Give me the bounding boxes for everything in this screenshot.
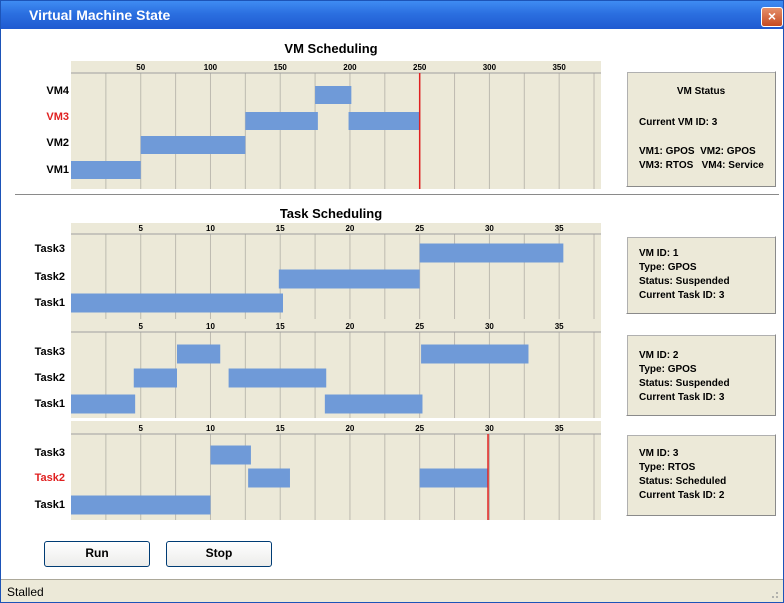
vm-row-label: VM4	[46, 85, 69, 97]
schedule-bar	[71, 495, 211, 515]
vm-row-label: VM1	[46, 164, 69, 176]
tick-label: 30	[485, 322, 494, 331]
status-bar: Stalled	[1, 579, 783, 602]
current-task-text: Current Task ID: 3	[639, 290, 725, 301]
vm-status-panel: VM Status Current VM ID: 3 VM1: GPOS VM2…	[626, 71, 776, 187]
vm-type-text: Type: RTOS	[639, 462, 696, 473]
resize-grip-icon[interactable]	[767, 587, 779, 599]
tick-label: 20	[345, 424, 354, 433]
tick-label: 20	[345, 224, 354, 233]
task-row-label: Task2	[34, 472, 65, 484]
schedule-bar	[248, 468, 290, 488]
vm-status-text: Status: Scheduled	[639, 476, 727, 487]
task-row-label: Task3	[34, 346, 65, 358]
vm-id-text: VM ID: 2	[639, 350, 679, 361]
task-row-label: Task3	[34, 243, 65, 255]
tick-label: 150	[274, 63, 288, 72]
close-button[interactable]: ×	[761, 7, 783, 27]
tick-label: 35	[555, 322, 564, 331]
schedule-bar	[140, 136, 246, 154]
stop-button[interactable]: Stop	[166, 541, 272, 567]
vm-scheduling-chart: 50 100 150 200 250 300 350	[71, 61, 601, 189]
current-task-text: Current Task ID: 2	[639, 490, 725, 501]
tick-label: 25	[415, 224, 424, 233]
schedule-bar	[419, 243, 564, 263]
tick-label: 10	[206, 224, 215, 233]
section-divider	[15, 194, 779, 196]
vm-status-text: Status: Suspended	[639, 276, 730, 287]
task-chart-vm1: 5 10 15 20 25 30 35	[71, 223, 601, 319]
close-icon: ×	[767, 8, 777, 24]
run-button[interactable]: Run	[44, 541, 150, 567]
task-row-label: Task1	[34, 297, 65, 309]
schedule-bar	[71, 161, 141, 179]
task-row-label: Task1	[34, 499, 65, 511]
tick-label: 25	[415, 424, 424, 433]
task-row-label: Task2	[34, 271, 65, 283]
vm-scheduling-title: VM Scheduling	[284, 41, 378, 56]
tick-label: 50	[136, 63, 145, 72]
task-row-label: Task1	[34, 398, 65, 410]
schedule-bar	[421, 344, 529, 364]
tick-label: 5	[139, 424, 144, 433]
tick-label: 30	[485, 224, 494, 233]
task-scheduling-title: Task Scheduling	[279, 206, 383, 221]
tick-label: 35	[555, 224, 564, 233]
vm-status-title: VM Status	[676, 86, 726, 97]
tick-label: 20	[345, 322, 354, 331]
tick-label: 15	[276, 322, 285, 331]
status-text: Stalled	[7, 585, 44, 599]
schedule-bar	[177, 344, 221, 364]
task-row-label: Task3	[34, 447, 65, 459]
task-chart-vm3: 5 10 15 20 25 30 35	[71, 421, 601, 520]
schedule-bar	[315, 86, 352, 104]
vm-id-text: VM ID: 3	[639, 448, 679, 459]
vm-id-text: VM ID: 1	[639, 248, 679, 259]
tick-label: 35	[555, 424, 564, 433]
vm2-info-panel: VM ID: 2 Type: GPOS Status: Suspended Cu…	[626, 334, 776, 416]
schedule-bar	[228, 368, 327, 388]
task-row-label: Task2	[34, 372, 65, 384]
tick-label: 5	[139, 322, 144, 331]
current-task-text: Current Task ID: 3	[639, 392, 725, 403]
tick-label: 15	[276, 424, 285, 433]
vm1-info-panel: VM ID: 1 Type: GPOS Status: Suspended Cu…	[626, 236, 776, 314]
tick-label: 100	[204, 63, 218, 72]
tick-label: 300	[483, 63, 497, 72]
title-bar[interactable]: Virtual Machine State ×	[1, 1, 783, 29]
tick-label: 250	[413, 63, 427, 72]
app-window: Virtual Machine State × VM Scheduling VM…	[0, 0, 784, 603]
schedule-bar	[133, 368, 177, 388]
tick-label: 25	[415, 322, 424, 331]
schedule-bar	[71, 293, 283, 313]
schedule-bar	[348, 112, 420, 130]
task-chart-vm2: 5 10 15 20 25 30 35	[71, 319, 601, 418]
window-title: Virtual Machine State	[29, 7, 171, 23]
schedule-bar	[324, 394, 423, 414]
vm-type-text: Type: GPOS	[639, 364, 697, 375]
schedule-bar	[245, 112, 318, 130]
schedule-bar	[71, 394, 136, 414]
vm-type-line1: VM1: GPOS VM2: GPOS	[639, 146, 756, 157]
vm-type-text: Type: GPOS	[639, 262, 697, 273]
vm3-info-panel: VM ID: 3 Type: RTOS Status: Scheduled Cu…	[626, 434, 776, 516]
tick-label: 10	[206, 322, 215, 331]
current-vm-id: Current VM ID: 3	[639, 117, 718, 128]
schedule-bar	[278, 269, 420, 289]
vm-type-line2: VM3: RTOS VM4: Service	[639, 160, 764, 171]
schedule-bar	[210, 445, 251, 465]
schedule-bar	[419, 468, 489, 488]
tick-label: 30	[485, 424, 494, 433]
tick-label: 350	[552, 63, 566, 72]
tick-label: 5	[139, 224, 144, 233]
vm-row-label: VM2	[46, 137, 69, 149]
tick-label: 10	[206, 424, 215, 433]
tick-label: 200	[343, 63, 357, 72]
vm-status-text: Status: Suspended	[639, 378, 730, 389]
tick-label: 15	[276, 224, 285, 233]
vm-row-label: VM3	[46, 111, 69, 123]
